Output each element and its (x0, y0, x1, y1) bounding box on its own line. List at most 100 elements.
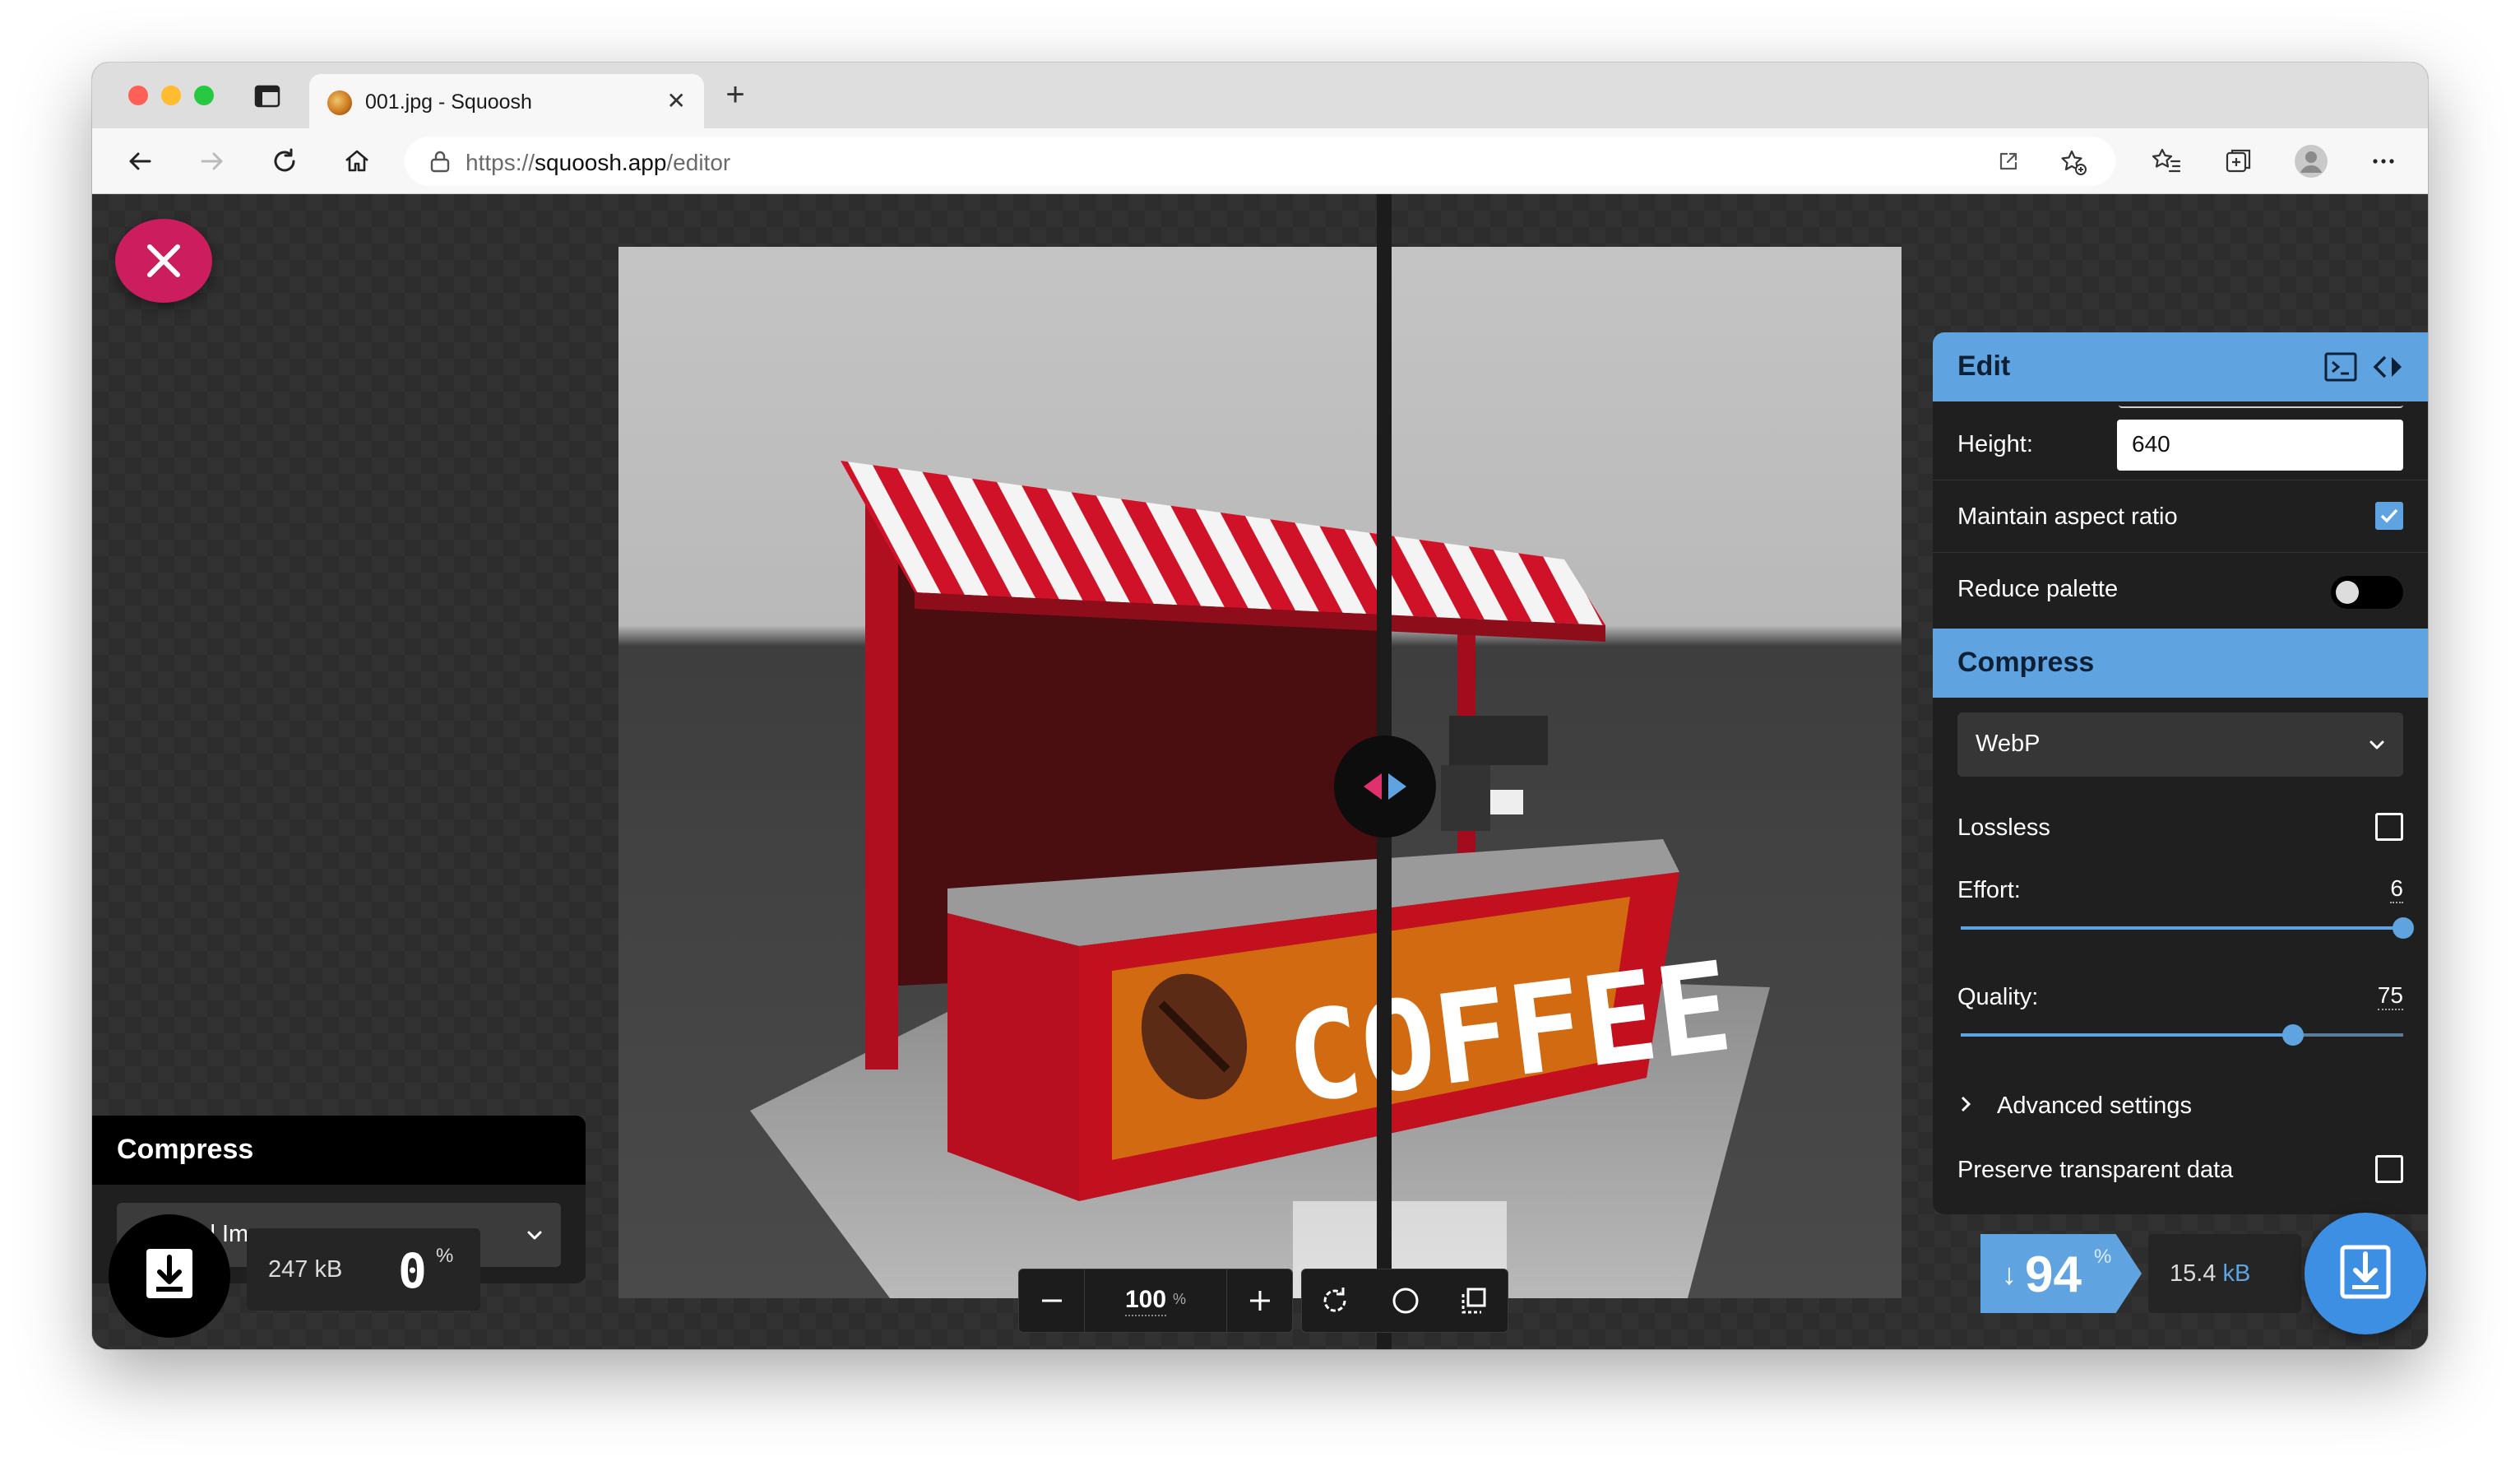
divider-handle-icon[interactable] (1334, 736, 1436, 838)
compressed-size-unit: kB (2222, 1260, 2251, 1287)
original-size: 247 kB (268, 1256, 343, 1283)
original-percent-sign: % (436, 1245, 454, 1267)
tab-actions-icon[interactable] (253, 84, 281, 109)
savings-badge: ↓ 94 % (1980, 1234, 2142, 1313)
compress-title: Compress (1957, 647, 2095, 678)
codec-value: WebP (1976, 731, 2041, 757)
zoom-out-button[interactable] (1019, 1269, 1085, 1332)
coffee-stand-image: COFFEE (618, 247, 1902, 1298)
tab-strip: 001.jpg - Squoosh ✕ + (92, 63, 2428, 128)
close-icon (147, 244, 180, 277)
squoosh-favicon-icon (327, 90, 352, 115)
close-editor-button[interactable] (115, 219, 212, 303)
open-in-app-icon[interactable] (1997, 150, 2020, 173)
close-window-button[interactable] (128, 86, 148, 105)
collections-icon[interactable] (2221, 143, 2257, 179)
add-favorite-icon[interactable] (2059, 148, 2087, 176)
chevron-down-icon (523, 1224, 546, 1247)
zoom-unit: % (1173, 1291, 1187, 1307)
preserve-transparent-row: Preserve transparent data (1933, 1134, 2428, 1206)
preserve-transparent-label: Preserve transparent data (1957, 1157, 2234, 1183)
left-panel-header: Compress (92, 1116, 586, 1185)
savings-percent-sign: % (2094, 1246, 2112, 1268)
original-percent: 0 (398, 1243, 427, 1299)
effort-value[interactable]: 6 (2390, 875, 2403, 903)
advanced-settings-row[interactable]: Advanced settings (1933, 1070, 2428, 1142)
quality-value[interactable]: 75 (2377, 982, 2403, 1010)
lossless-checkbox[interactable] (2375, 813, 2403, 841)
effort-slider[interactable] (1961, 917, 2414, 939)
reduce-palette-label: Reduce palette (1957, 576, 2119, 602)
chevron-down-icon (2365, 734, 2388, 757)
browser-window: 001.jpg - Squoosh ✕ + https://squoosh.ap… (92, 63, 2428, 1349)
circle-icon (1392, 1288, 1419, 1314)
original-size-box: 247 kB 0 % (247, 1228, 480, 1311)
zoom-in-button[interactable] (1226, 1269, 1292, 1332)
background-toggle-button[interactable] (1371, 1269, 1440, 1332)
image-preview[interactable]: COFFEE (618, 247, 1902, 1298)
quality-slider-thumb[interactable] (2281, 1024, 2304, 1046)
quality-slider[interactable] (1961, 1024, 2403, 1046)
compress-header: Compress (1933, 629, 2428, 698)
left-panel-title: Compress (117, 1134, 254, 1165)
reduce-palette-row: Reduce palette (1933, 553, 2428, 625)
codec-select[interactable]: WebP (1957, 712, 2403, 777)
maintain-aspect-checkbox[interactable] (2375, 502, 2403, 530)
preserve-transparent-checkbox[interactable] (2375, 1155, 2403, 1183)
squoosh-editor: COFFEE Compress Original Image (92, 194, 2428, 1349)
favorites-icon[interactable] (2148, 143, 2184, 179)
download-original-button[interactable] (109, 1214, 230, 1338)
rotate-icon (1323, 1288, 1346, 1312)
compressed-size-box: 15.4 kB (2148, 1234, 2301, 1313)
forward-icon[interactable] (194, 143, 230, 179)
maintain-aspect-row: Maintain aspect ratio (1933, 480, 2428, 553)
swap-sides-icon[interactable] (2372, 352, 2405, 382)
zoom-controls: 100% (1018, 1269, 1293, 1333)
lossless-row: Lossless (1933, 791, 2428, 864)
compressed-size-number: 15.4 (2170, 1260, 2217, 1287)
height-input[interactable]: 640 (2117, 420, 2403, 471)
minus-icon (1042, 1299, 1062, 1302)
back-icon[interactable] (122, 143, 158, 179)
compressed-size: 15.4 kB (2170, 1260, 2250, 1288)
tab-close-icon[interactable]: ✕ (667, 89, 686, 114)
url-scheme: https:// (466, 150, 535, 175)
width-input-edge (2119, 401, 2403, 408)
view-controls (1301, 1269, 1508, 1333)
zoom-number: 100 (1124, 1286, 1167, 1316)
reduce-palette-toggle[interactable] (2331, 576, 2403, 609)
fit-view-button[interactable] (1440, 1269, 1509, 1332)
chevron-right-icon (1957, 1094, 1974, 1114)
new-tab-icon[interactable]: + (719, 78, 752, 112)
down-arrow-icon: ↓ (2002, 1257, 2017, 1291)
rotate-button[interactable] (1302, 1269, 1371, 1332)
home-icon[interactable] (339, 143, 375, 179)
height-row: Height: 640 (1933, 408, 2428, 480)
address-bar[interactable]: https://squoosh.app/editor (405, 137, 2115, 186)
download-compressed-button[interactable] (2305, 1213, 2426, 1334)
url-path: /editor (666, 150, 731, 175)
height-label: Height: (1957, 431, 2033, 457)
lock-icon[interactable] (429, 150, 451, 173)
url-text[interactable]: https://squoosh.app/editor (466, 150, 730, 176)
right-options-panel: Edit Height: 640 Maintain aspect ratio R… (1933, 332, 2428, 1214)
check-icon (2380, 508, 2398, 523)
more-menu-icon[interactable] (2365, 143, 2402, 179)
terminal-icon[interactable] (2324, 352, 2357, 382)
minimize-window-button[interactable] (161, 86, 181, 105)
tab-active[interactable]: 001.jpg - Squoosh ✕ (309, 74, 704, 128)
effort-slider-thumb[interactable] (2393, 917, 2414, 939)
tab-title: 001.jpg - Squoosh (365, 90, 532, 114)
effort-slider-fill (1961, 926, 2403, 930)
download-icon (2340, 1245, 2391, 1299)
profile-avatar-icon[interactable] (2293, 143, 2329, 179)
browser-toolbar: https://squoosh.app/editor (92, 128, 2428, 194)
plus-icon (1250, 1291, 1270, 1311)
maximize-window-button[interactable] (194, 86, 214, 105)
reload-icon[interactable] (266, 143, 303, 179)
zoom-value[interactable]: 100% (1085, 1269, 1226, 1332)
quality-slider-fill (1961, 1033, 2293, 1037)
advanced-settings-label: Advanced settings (1997, 1093, 2192, 1119)
quality-label: Quality: (1957, 984, 2039, 1010)
url-host: squoosh.app (535, 150, 667, 175)
